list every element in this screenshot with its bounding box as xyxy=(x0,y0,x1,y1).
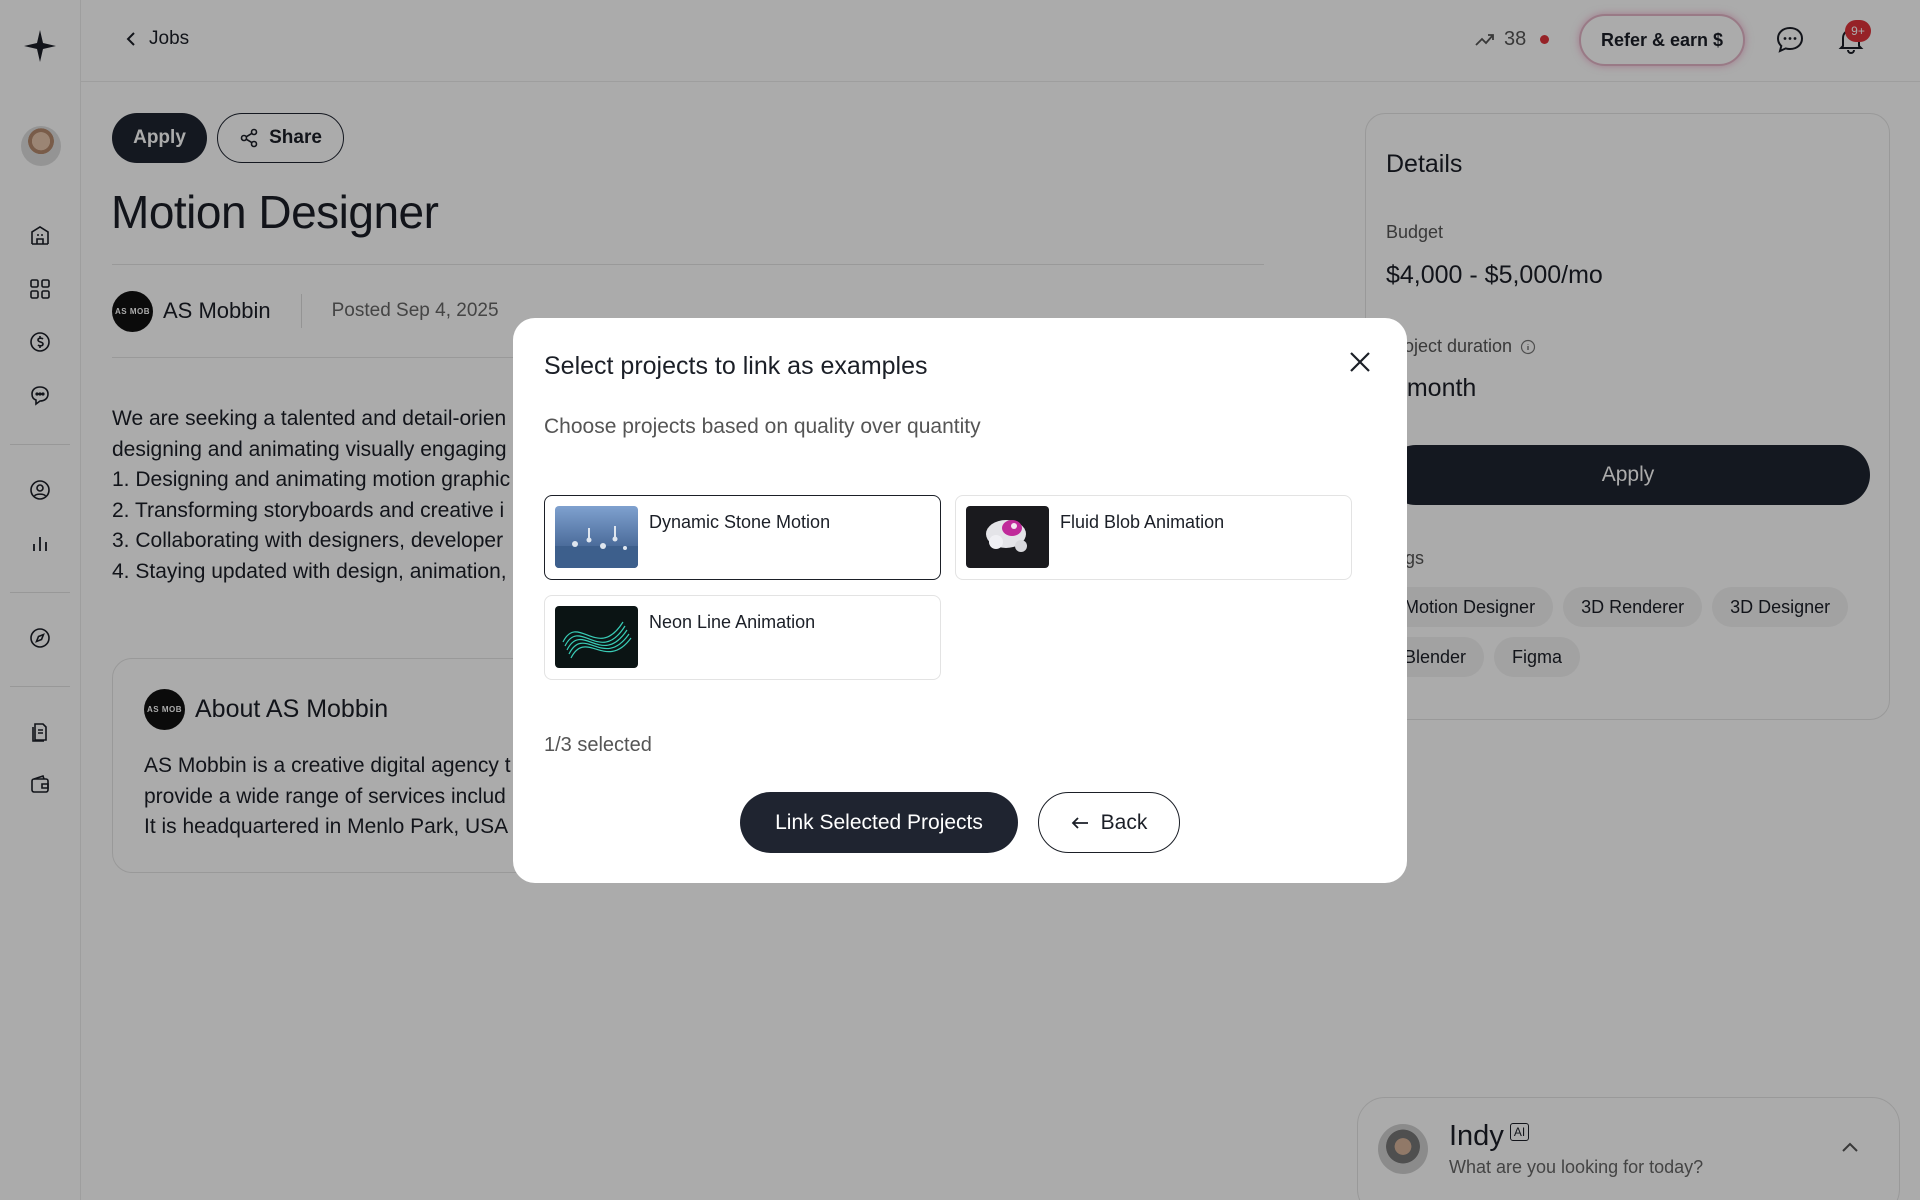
project-thumbnail xyxy=(555,506,638,568)
modal-subtitle: Choose projects based on quality over qu… xyxy=(544,415,981,438)
project-name: Neon Line Animation xyxy=(649,612,816,632)
selected-count: 1/3 selected xyxy=(544,734,652,756)
project-name: Fluid Blob Animation xyxy=(1060,512,1225,532)
back-label: Back xyxy=(1100,810,1148,834)
close-icon[interactable] xyxy=(1346,348,1374,376)
modal-title: Select projects to link as examples xyxy=(544,352,928,380)
arrow-left-icon xyxy=(1071,816,1088,829)
project-thumbnail xyxy=(555,606,638,668)
project-card-dynamic-stone-motion[interactable]: Dynamic Stone Motion xyxy=(544,495,941,580)
back-button[interactable]: Back xyxy=(1038,792,1180,853)
link-selected-projects-button[interactable]: Link Selected Projects xyxy=(740,792,1018,853)
project-card-fluid-blob-animation[interactable]: Fluid Blob Animation xyxy=(955,495,1352,580)
project-thumbnail xyxy=(966,506,1049,568)
project-name: Dynamic Stone Motion xyxy=(649,512,831,532)
project-card-neon-line-animation[interactable]: Neon Line Animation xyxy=(544,595,941,680)
link-projects-modal: Select projects to link as examples Choo… xyxy=(513,318,1407,883)
